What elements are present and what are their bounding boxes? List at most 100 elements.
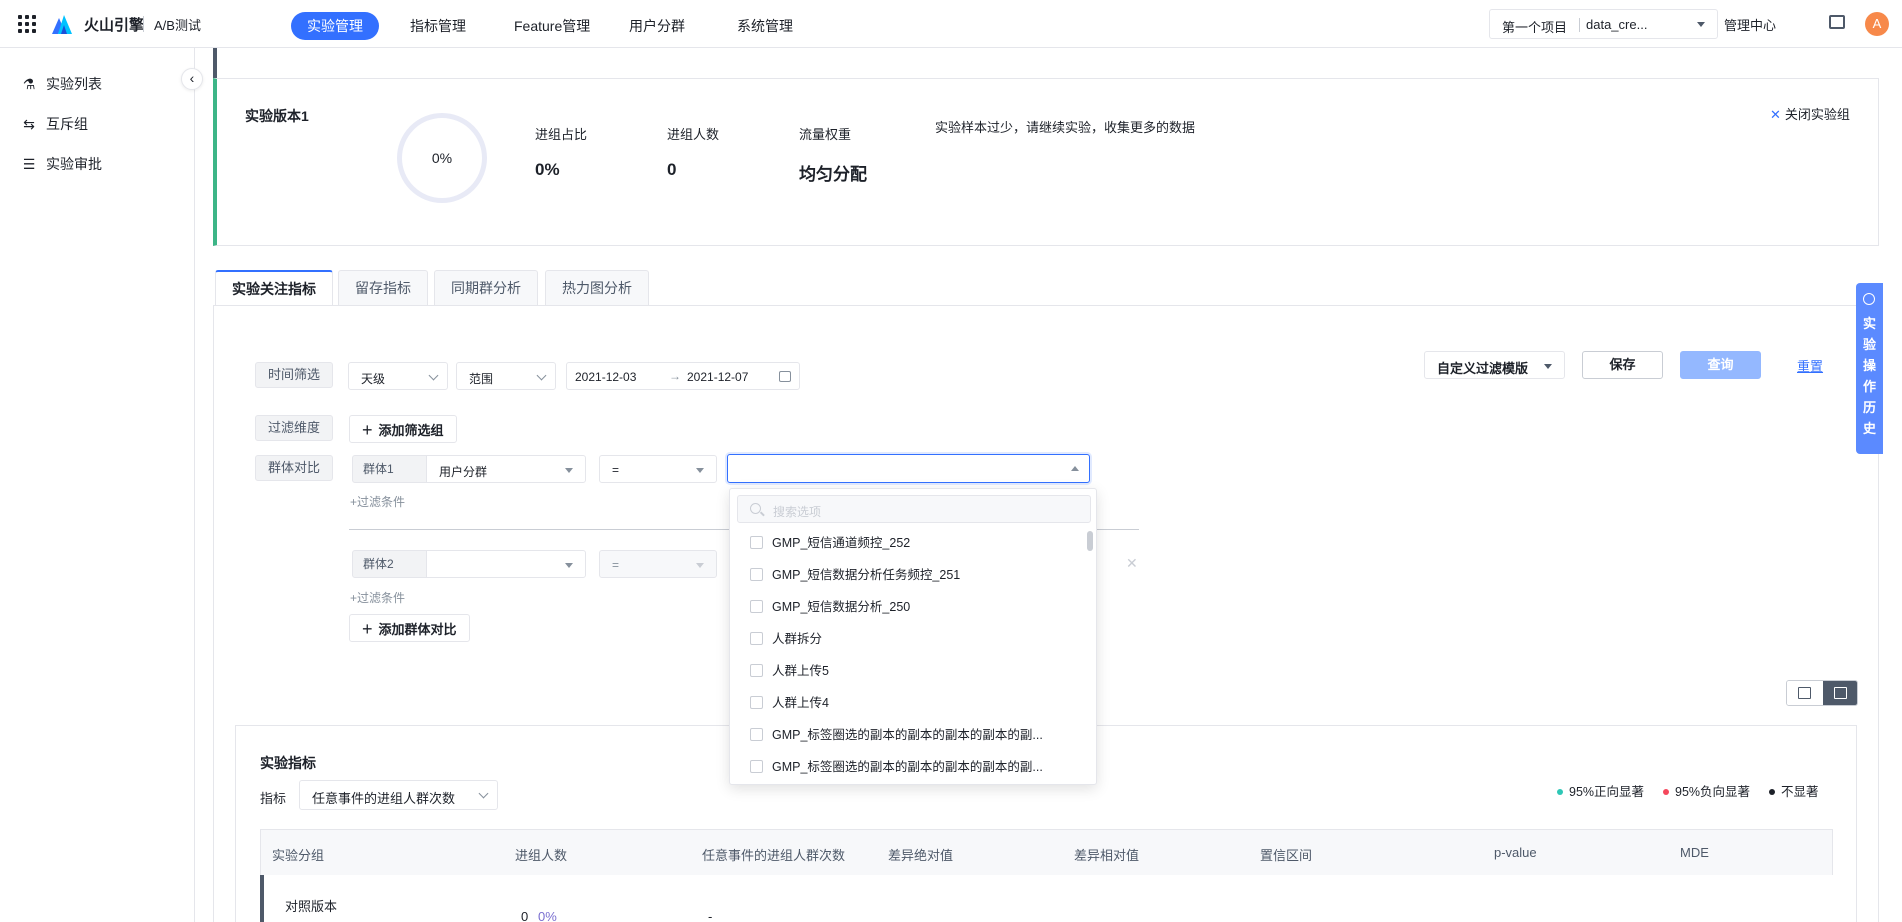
dropdown-option[interactable]: 人群拆分 xyxy=(750,629,1078,649)
message-icon[interactable] xyxy=(1829,15,1845,29)
save-button[interactable]: 保存 xyxy=(1582,351,1663,379)
reset-link[interactable]: 重置 xyxy=(1797,356,1823,375)
donut-value: 0% xyxy=(431,150,453,166)
tab-focus-metrics[interactable]: 实验关注指标 xyxy=(215,270,333,307)
group2-operator-select[interactable]: = xyxy=(599,550,717,578)
legend-dot xyxy=(1557,789,1563,795)
add-group-compare-button[interactable]: + 添加群体对比 xyxy=(349,614,470,642)
nav-experiment-management[interactable]: 实验管理 xyxy=(291,12,379,40)
remove-group2-icon[interactable]: ✕ xyxy=(1126,555,1138,572)
volcano-logo-icon xyxy=(52,15,72,34)
group2-field-select[interactable] xyxy=(426,550,586,578)
history-clock-icon xyxy=(1863,293,1875,305)
sidebar-item-approval[interactable]: ☰ 实验审批 xyxy=(20,152,102,176)
management-center-link[interactable]: 管理中心 xyxy=(1724,15,1776,34)
legend-label: 95%负向显著 xyxy=(1675,785,1751,799)
version-title: 实验版本1 xyxy=(245,108,309,124)
date-end: 2021-12-07 xyxy=(687,370,749,384)
legend-label: 不显著 xyxy=(1781,785,1819,799)
chevron-down-icon xyxy=(565,468,573,473)
view-toggle xyxy=(1786,680,1858,706)
sidebar-item-experiment-list[interactable]: ⚗ 实验列表 xyxy=(20,72,102,96)
option-label: 人群上传5 xyxy=(772,664,829,678)
dropdown-option[interactable]: GMP_短信数据分析_250 xyxy=(750,597,1078,617)
option-label: 人群拆分 xyxy=(772,632,823,646)
tab-cohort[interactable]: 同期群分析 xyxy=(434,270,538,306)
project-selector[interactable]: 第一个项目 data_cre... xyxy=(1489,9,1718,39)
legend-negative: 95%负向显著 xyxy=(1663,781,1750,800)
checkbox[interactable] xyxy=(750,696,763,709)
nav-user-segment[interactable]: 用户分群 xyxy=(613,12,701,40)
checkbox[interactable] xyxy=(750,664,763,677)
dropdown-option[interactable]: GMP_标签圈选的副本的副本的副本的副本的副... xyxy=(750,757,1078,777)
column-header: 差异绝对值 xyxy=(888,848,954,863)
checkbox[interactable] xyxy=(750,632,763,645)
dropdown-option[interactable]: 人群上传5 xyxy=(750,661,1078,681)
chevron-down-icon xyxy=(1544,364,1552,369)
dropdown-option[interactable]: 人群上传4 xyxy=(750,693,1078,713)
query-button[interactable]: 查询 xyxy=(1680,351,1761,379)
group2-add-condition-link[interactable]: +过滤条件 xyxy=(350,589,405,606)
traffic-donut: 0% xyxy=(397,113,487,203)
sample-note: 实验样本过少，请继续实验，收集更多的数据 xyxy=(935,120,1196,135)
dropdown-search[interactable]: 搜索选项 xyxy=(737,495,1091,523)
chevron-down-icon xyxy=(1697,22,1705,27)
group1-field-select[interactable]: 用户分群 xyxy=(426,455,586,483)
group1-add-condition-link[interactable]: +过滤条件 xyxy=(350,493,405,510)
metric-select[interactable]: 任意事件的进组人群次数 xyxy=(299,780,498,810)
option-label: GMP_标签圈选的副本的副本的副本的副本的副... xyxy=(772,728,1043,742)
chevron-down-icon xyxy=(565,563,573,568)
calendar-icon xyxy=(779,371,791,382)
chart-view-button[interactable] xyxy=(1787,681,1823,705)
dropdown-option[interactable]: GMP_短信数据分析任务频控_251 xyxy=(750,565,1078,585)
custom-template-select[interactable]: 自定义过滤模版 xyxy=(1424,351,1565,379)
group1-operator-value: = xyxy=(612,463,620,477)
sidebar-item-label: 互斥组 xyxy=(46,116,88,132)
dropdown-scrollbar[interactable] xyxy=(1087,531,1093,551)
checkbox[interactable] xyxy=(750,536,763,549)
column-header: 实验分组 xyxy=(272,848,325,863)
tab-heatmap[interactable]: 热力图分析 xyxy=(545,270,649,306)
column-header: 进组人数 xyxy=(515,848,568,863)
search-placeholder: 搜索选项 xyxy=(773,505,822,519)
checkbox[interactable] xyxy=(750,760,763,773)
group2-tag: 群体2 xyxy=(352,550,427,578)
range-select[interactable]: 范围 xyxy=(456,362,556,390)
bar-chart-icon xyxy=(1798,687,1811,699)
legend-positive: 95%正向显著 xyxy=(1557,781,1644,800)
sidebar-collapse-button[interactable]: ‹ xyxy=(181,68,203,90)
close-group-button[interactable]: ✕ 关闭实验组 xyxy=(1770,104,1850,123)
nav-feature-management[interactable]: Feature管理 xyxy=(498,12,606,40)
custom-template-label: 自定义过滤模版 xyxy=(1437,361,1529,376)
metrics-title: 实验指标 xyxy=(260,755,316,771)
stat-value-count: 0 xyxy=(667,160,677,179)
add-filter-group-button[interactable]: + 添加筛选组 xyxy=(349,415,457,443)
checkbox[interactable] xyxy=(750,728,763,741)
date-range-picker[interactable]: 2021-12-03 → 2021-12-07 xyxy=(566,362,800,390)
option-label: GMP_短信数据分析_250 xyxy=(772,600,911,614)
dropdown-option[interactable]: GMP_短信通道频控_252 xyxy=(750,533,1078,553)
nav-system-management[interactable]: 系统管理 xyxy=(721,12,809,40)
app-grid-icon[interactable] xyxy=(18,15,36,33)
table-view-button[interactable] xyxy=(1823,681,1857,705)
group1-value-select[interactable] xyxy=(727,454,1090,483)
checkbox[interactable] xyxy=(750,568,763,581)
chevron-down-icon xyxy=(696,563,704,568)
user-avatar[interactable]: A xyxy=(1865,12,1889,36)
chevron-up-icon xyxy=(1071,466,1079,471)
group1-operator-select[interactable]: = xyxy=(599,455,717,483)
checkbox[interactable] xyxy=(750,600,763,613)
control-row-marker xyxy=(260,875,264,922)
sidebar-item-label: 实验审批 xyxy=(46,156,102,172)
row-group-name: 对照版本 xyxy=(285,899,338,914)
sidebar-item-mutex-group[interactable]: ⇆ 互斥组 xyxy=(20,112,88,136)
operation-history-button[interactable]: 实验操作历史 xyxy=(1856,283,1883,454)
granularity-select[interactable]: 天级 xyxy=(348,362,448,390)
dropdown-option[interactable]: GMP_标签圈选的副本的副本的副本的副本的副... xyxy=(750,725,1078,745)
option-label: GMP_短信数据分析任务频控_251 xyxy=(772,568,961,582)
nav-metric-management[interactable]: 指标管理 xyxy=(394,12,482,40)
stat-value-weight: 均匀分配 xyxy=(799,165,867,184)
history-label: 实验操作历史 xyxy=(1862,316,1876,436)
tab-retention[interactable]: 留存指标 xyxy=(338,270,428,306)
project-name: 第一个项目 xyxy=(1502,20,1568,35)
